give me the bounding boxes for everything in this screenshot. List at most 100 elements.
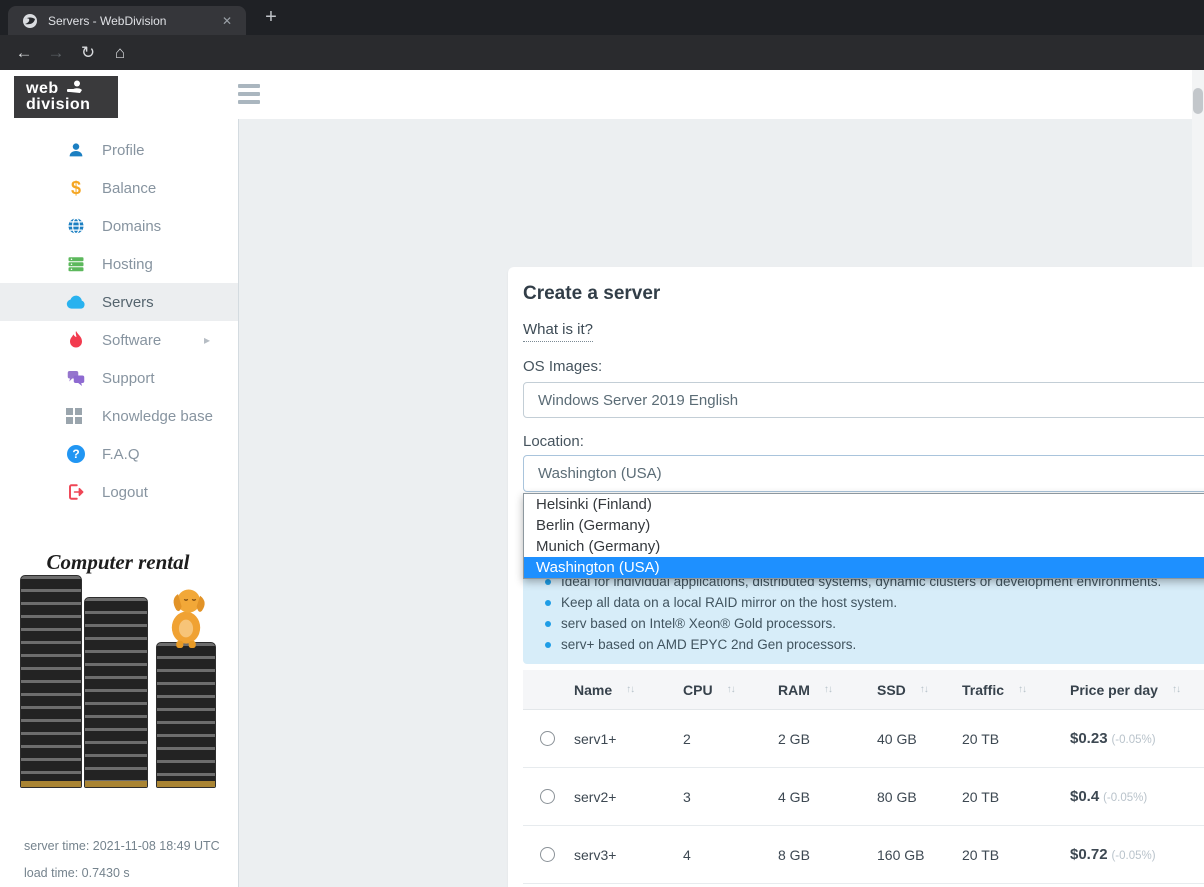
hamburger-menu-icon[interactable]: [238, 84, 260, 104]
sidebar-footer: server time: 2021-11-08 18:49 UTC load t…: [24, 833, 220, 887]
table-row: serv1+ 2 2 GB 40 GB 20 TB $0.23 (-0.05%)…: [523, 710, 1204, 768]
sort-icon: ↑↓: [726, 684, 736, 695]
location-option-munich[interactable]: Munich (Germany): [524, 536, 1204, 557]
cloud-icon: [66, 292, 86, 312]
server-plans-table: Name ↑↓ CPU ↑↓ RAM ↑↓ SSD ↑↓ Traffic ↑↓ Price…: [523, 670, 1204, 887]
sidebar-item-logout[interactable]: Logout: [0, 473, 238, 511]
cell-traffic: 20 TB: [962, 846, 1000, 863]
header-cpu[interactable]: CPU ↑↓: [670, 682, 765, 698]
header-name[interactable]: Name ↑↓: [561, 682, 670, 698]
cell-price: $0.72 (-0.05%): [1070, 846, 1156, 863]
location-label: Location:: [523, 433, 584, 450]
header-price-per-day[interactable]: Price per day ↑↓: [1057, 682, 1204, 698]
bullet-icon: [545, 578, 551, 585]
sidebar-item-software[interactable]: Software ▸: [0, 321, 238, 359]
sidebar-item-profile[interactable]: Profile: [0, 131, 238, 169]
cell-cpu: 4: [683, 846, 691, 863]
header-ram[interactable]: RAM ↑↓: [765, 682, 864, 698]
back-icon[interactable]: ←: [8, 43, 40, 63]
browser-toolbar: ← → ↻ ⌂ webdivision.pro/account/servers: [0, 35, 1204, 100]
server-tower-illustration: [20, 575, 82, 788]
bullet-icon: [545, 641, 551, 648]
header-ssd[interactable]: SSD ↑↓: [864, 682, 949, 698]
load-time: load time: 0.7430 s: [24, 866, 130, 880]
browser-tab[interactable]: Servers - WebDivision ✕: [8, 6, 246, 35]
sidebar-item-knowledge-base[interactable]: Knowledge base: [0, 397, 238, 435]
table-header-row: Name ↑↓ CPU ↑↓ RAM ↑↓ SSD ↑↓ Traffic ↑↓ Price…: [523, 670, 1204, 710]
sort-icon: ↑↓: [1171, 684, 1181, 695]
bullet-icon: [545, 599, 551, 606]
cell-name: serv2+: [574, 788, 617, 805]
logo[interactable]: web division: [14, 76, 118, 118]
question-circle-icon: ?: [66, 444, 86, 464]
globe-icon: [66, 216, 86, 236]
table-row: serv2+ 3 4 GB 80 GB 20 TB $0.4 (-0.05%) …: [523, 768, 1204, 826]
sidebar-item-domains[interactable]: Domains: [0, 207, 238, 245]
cell-ram: 4 GB: [778, 788, 810, 805]
logo-person-icon: [65, 80, 85, 97]
cell-traffic: 20 TB: [962, 788, 1000, 805]
new-tab-button[interactable]: +: [258, 4, 284, 30]
cell-price: $0.4 (-0.05%): [1070, 788, 1148, 805]
location-select[interactable]: Washington (USA): [523, 455, 1204, 492]
table-row: serv3+ 4 8 GB 160 GB 20 TB $0.72 (-0.05%…: [523, 826, 1204, 884]
sort-icon: ↑↓: [823, 684, 833, 695]
server-radio[interactable]: [539, 847, 555, 862]
location-option-washington[interactable]: Washington (USA): [524, 557, 1204, 578]
sidebar-item-hosting[interactable]: Hosting: [0, 245, 238, 283]
os-image-select[interactable]: Windows Server 2019 English: [523, 382, 1204, 418]
server-time: server time: 2021-11-08 18:49 UTC: [24, 839, 220, 853]
scrollbar-thumb[interactable]: [1193, 88, 1203, 114]
cell-cpu: 3: [683, 788, 691, 805]
dog-illustration: [171, 589, 205, 648]
server-tower-illustration: [84, 597, 148, 788]
tab-close-icon[interactable]: ✕: [216, 12, 238, 30]
sort-icon: ↑↓: [626, 684, 635, 695]
info-bullet: Keep all data on a local RAID mirror on …: [561, 595, 898, 610]
server-tower-illustration: [156, 642, 216, 788]
info-bullet: serv based on Intel® Xeon® Gold processo…: [561, 616, 837, 631]
server-stack-icon: [66, 254, 86, 274]
sort-icon: ↑↓: [919, 684, 929, 695]
app-header: web division: [0, 70, 1204, 119]
banner-caption: Computer rental: [46, 550, 190, 574]
forward-icon[interactable]: →: [40, 43, 72, 63]
bullet-icon: [545, 620, 551, 627]
sidebar-item-servers[interactable]: Servers: [0, 283, 238, 321]
cell-name: serv3+: [574, 846, 617, 863]
cell-ram: 2 GB: [778, 730, 810, 747]
tab-title: Servers - WebDivision: [48, 13, 167, 28]
favicon-globe-icon: [23, 13, 37, 28]
reload-icon[interactable]: ↻: [72, 43, 104, 63]
server-radio[interactable]: [539, 731, 555, 746]
sort-icon: ↑↓: [1018, 684, 1027, 695]
sidebar: Profile $ Balance Domains Hosting Server…: [0, 119, 239, 887]
cell-ram: 8 GB: [778, 846, 810, 863]
cell-traffic: 20 TB: [962, 730, 1000, 747]
what-is-it-link[interactable]: What is it?: [523, 321, 594, 342]
home-icon[interactable]: ⌂: [104, 43, 136, 63]
header-traffic[interactable]: Traffic ↑↓: [949, 682, 1057, 698]
info-bullet: serv+ based on AMD EPYC 2nd Gen processo…: [561, 637, 857, 652]
sidebar-item-support[interactable]: Support: [0, 359, 238, 397]
location-option-helsinki[interactable]: Helsinki (Finland): [524, 494, 1204, 515]
grid-icon: [66, 408, 82, 424]
flame-icon: [66, 330, 86, 350]
os-images-label: OS Images:: [523, 358, 603, 375]
computer-rental-banner: Computer rental: [18, 548, 218, 800]
cell-name: serv1+: [574, 730, 617, 747]
cell-ssd: 160 GB: [877, 846, 925, 863]
cell-ssd: 80 GB: [877, 788, 917, 805]
cell-ssd: 40 GB: [877, 730, 917, 747]
page-title: Create a server: [523, 283, 661, 304]
logout-icon: [66, 482, 86, 502]
server-radio[interactable]: [539, 789, 555, 804]
main-content: Create a server What is it? OS Images: W…: [240, 119, 1204, 887]
location-option-berlin[interactable]: Berlin (Germany): [524, 515, 1204, 536]
submenu-chevron-icon: ▸: [203, 333, 210, 347]
screen: Servers - WebDivision ✕ + ← → ↻ ⌂ web div…: [0, 0, 1204, 887]
sidebar-item-faq[interactable]: ? F.A.Q: [0, 435, 238, 473]
browser-tabbar: Servers - WebDivision ✕ +: [0, 0, 1204, 35]
sidebar-item-balance[interactable]: $ Balance: [0, 169, 238, 207]
cell-price: $0.23 (-0.05%): [1070, 730, 1156, 747]
